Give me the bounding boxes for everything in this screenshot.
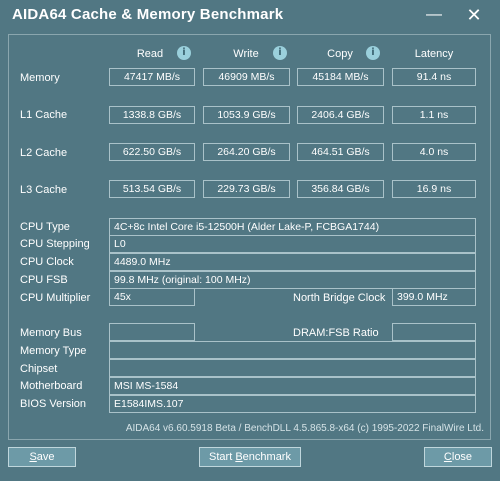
dram-fsb-ratio-label: DRAM:FSB Ratio [293,327,379,339]
l3-read-value: 513.54 GB/s [109,180,195,198]
bios-version-value: E1584IMS.107 [109,395,476,413]
column-header-read: Read [136,48,164,60]
l1-write-value: 1053.9 GB/s [203,106,290,124]
start-label: Start [209,451,236,463]
motherboard-value: MSI MS-1584 [109,377,476,395]
l2-read-value: 622.50 GB/s [109,143,195,161]
l2-write-value: 264.20 GB/s [203,143,290,161]
benchmark-window: AIDA64 Cache & Memory Benchmark — ✕ Read… [0,0,500,481]
row-label-l1-cache: L1 Cache [20,109,68,121]
cpu-type-label: CPU Type [20,221,70,233]
save-hotkey: S [29,451,37,463]
north-bridge-clock-value: 399.0 MHz [392,288,476,306]
copy-info-icon[interactable]: i [366,46,380,60]
chipset-value [109,359,476,377]
memory-type-label: Memory Type [20,345,87,357]
memory-bus-value [109,323,195,341]
l3-latency-value: 16.9 ns [392,180,476,198]
save-button[interactable]: Save [8,447,76,467]
write-info-icon[interactable]: i [273,46,287,60]
column-header-latency: Latency [414,48,454,60]
cpu-stepping-label: CPU Stepping [20,238,90,250]
window-title: AIDA64 Cache & Memory Benchmark [12,6,284,23]
bios-version-label: BIOS Version [20,398,87,410]
dram-fsb-ratio-value [392,323,476,341]
save-label: ave [36,451,55,463]
cpu-clock-label: CPU Clock [20,256,74,268]
start-benchmark-button[interactable]: Start Benchmark [199,447,301,467]
column-header-write: Write [233,48,259,60]
l3-write-value: 229.73 GB/s [203,180,290,198]
close-button[interactable]: Close [424,447,492,467]
version-footer: AIDA64 v6.60.5918 Beta / BenchDLL 4.5.86… [125,423,484,434]
memory-copy-value: 45184 MB/s [297,68,384,86]
l3-copy-value: 356.84 GB/s [297,180,384,198]
memory-latency-value: 91.4 ns [392,68,476,86]
cpu-fsb-label: CPU FSB [20,274,68,286]
cpu-clock-value: 4489.0 MHz [109,253,476,271]
title-bar: AIDA64 Cache & Memory Benchmark — ✕ [0,0,500,32]
minimize-button[interactable]: — [422,4,446,26]
l1-read-value: 1338.8 GB/s [109,106,195,124]
start-hotkey: B [235,451,243,463]
read-info-icon[interactable]: i [177,46,191,60]
close-window-button[interactable]: ✕ [462,4,486,26]
cpu-type-value: 4C+8c Intel Core i5-12500H (Alder Lake-P… [109,218,476,236]
close-label: lose [451,451,473,463]
l2-latency-value: 4.0 ns [392,143,476,161]
north-bridge-clock-label: North Bridge Clock [293,292,386,304]
row-label-memory: Memory [20,72,60,84]
column-header-copy: Copy [327,48,353,60]
row-label-l3-cache: L3 Cache [20,184,68,196]
l1-copy-value: 2406.4 GB/s [297,106,384,124]
memory-write-value: 46909 MB/s [203,68,290,86]
motherboard-label: Motherboard [20,380,83,392]
memory-type-value [109,341,476,359]
memory-read-value: 47417 MB/s [109,68,195,86]
close-hotkey: C [443,451,452,463]
memory-bus-label: Memory Bus [20,327,82,339]
row-label-l2-cache: L2 Cache [20,147,68,159]
cpu-multiplier-value: 45x [109,288,195,306]
l1-latency-value: 1.1 ns [392,106,476,124]
l2-copy-value: 464.51 GB/s [297,143,384,161]
chipset-label: Chipset [20,363,58,375]
cpu-fsb-value: 99.8 MHz (original: 100 MHz) [109,271,476,289]
start-label-rest: enchmark [242,451,291,463]
cpu-multiplier-label: CPU Multiplier [20,292,91,304]
cpu-stepping-value: L0 [109,235,476,253]
